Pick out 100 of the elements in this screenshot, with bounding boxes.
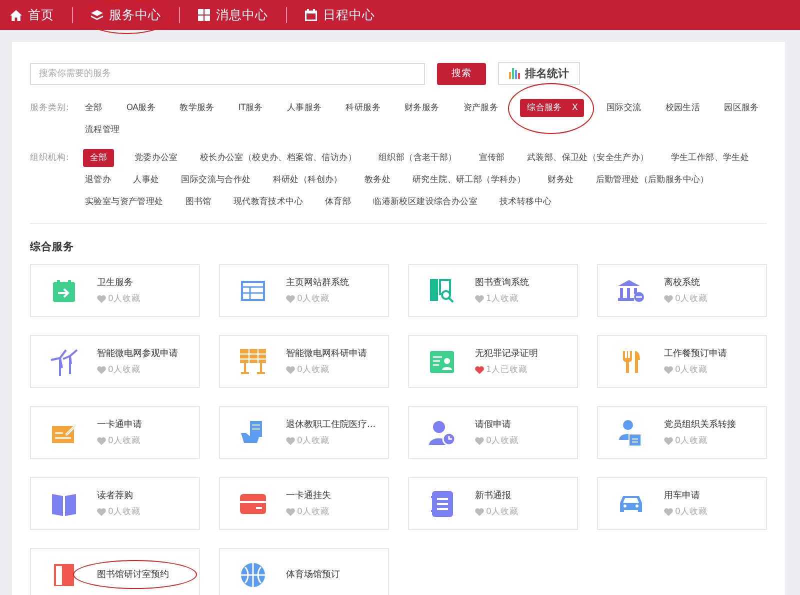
service-card[interactable]: 新书通报 0人收藏 (408, 477, 578, 530)
category-filter[interactable]: 园区服务 (722, 99, 761, 117)
service-card[interactable]: 退休教职工住院医疗... 0人收藏 (219, 406, 389, 459)
category-filter[interactable]: 科研服务 (344, 99, 382, 117)
id-card-icon (430, 350, 454, 372)
organization-filter[interactable]: 国际交流与合作处 (179, 171, 253, 189)
organization-filter[interactable]: 后勤管理处（后勤服务中心） (594, 171, 711, 189)
organization-filter[interactable]: 退管办 (83, 171, 114, 189)
service-card[interactable]: 读者荐购 0人收藏 (30, 477, 200, 530)
search-button[interactable]: 搜索 (437, 62, 486, 84)
category-filter[interactable]: 全部 (83, 99, 104, 117)
search-field[interactable]: 搜索你需要的服务 (30, 62, 425, 84)
organization-filter[interactable]: 图书馆 (183, 193, 214, 211)
service-name: 卫生服务 (97, 276, 134, 289)
category-filter[interactable]: 财务服务 (402, 99, 442, 117)
service-card[interactable]: 党员组织关系转接 0人收藏 (597, 406, 767, 459)
service-name: 图书馆研讨室预约 (97, 568, 169, 581)
organization-filter[interactable]: 研究生院、研工部（学科办） (410, 171, 528, 189)
service-card[interactable]: 一卡通挂失 0人收藏 (219, 477, 389, 530)
service-name: 一卡通挂失 (286, 490, 331, 502)
category-filter[interactable]: 校园生活 (663, 99, 702, 117)
category-filter[interactable]: 资产服务 (461, 99, 500, 117)
organization-filter[interactable]: 全部 (83, 149, 114, 167)
ball-icon (241, 562, 265, 586)
organization-filter[interactable]: 技术转移中心 (498, 193, 554, 211)
ranking-button[interactable]: 排名统计 (498, 62, 580, 85)
wind-turbine-icon (50, 348, 78, 376)
service-card[interactable]: 卫生服务 0人收藏 (30, 264, 200, 317)
service-card[interactable]: 工作餐预订申请 0人收藏 (597, 335, 767, 388)
organization-filter[interactable]: 人事处 (131, 171, 162, 189)
service-card[interactable]: 智能微电网科研申请 0人收藏 (219, 335, 389, 388)
organization-filter[interactable]: 武装部、保卫处（安全生产办） (524, 149, 651, 167)
service-name: 无犯罪记录证明 (475, 348, 538, 360)
category-filter[interactable]: IT服务 (236, 99, 265, 117)
category-filter[interactable]: 人事服务 (284, 99, 324, 117)
favorites-count: 0人收藏 (675, 364, 708, 376)
organization-filter[interactable]: 现代教育技术中心 (231, 193, 306, 211)
notebook-icon (431, 490, 453, 516)
favorites-count: 0人收藏 (108, 506, 140, 518)
nav-tab[interactable]: 服务中心 (91, 6, 161, 24)
category-filter[interactable]: 教学服务 (178, 99, 216, 117)
service-card[interactable]: 智能微电网参观申请 0人收藏 (30, 335, 200, 388)
service-card[interactable]: 体育场馆预订 (219, 548, 389, 595)
favorites-count: 0人收藏 (108, 293, 140, 305)
bar-chart-icon (509, 68, 521, 79)
user-document-icon (619, 420, 643, 446)
browser-window-icon (241, 280, 265, 300)
service-card[interactable]: 离校系统 0人收藏 (597, 264, 767, 317)
service-card[interactable]: 请假申请 0人收藏 (408, 406, 578, 459)
favorites-count: 1人已收藏 (486, 364, 528, 376)
organization-filter[interactable]: 财务处 (546, 171, 576, 189)
service-name: 智能微电网科研申请 (286, 348, 367, 360)
service-name: 智能微电网参观申请 (97, 348, 178, 360)
favorites-count: 0人收藏 (297, 364, 330, 376)
service-name: 党员组织关系转接 (664, 418, 736, 431)
service-card[interactable]: 用车申请 0人收藏 (597, 477, 767, 530)
organization-filter[interactable]: 教务处 (362, 171, 393, 189)
bank-building-icon (618, 280, 644, 302)
service-name: 体育场馆预订 (286, 568, 340, 581)
service-card[interactable]: 图书馆研讨室预约 (30, 548, 200, 595)
service-card[interactable]: 图书查询系统 1人收藏 (408, 264, 578, 317)
organization-filter[interactable]: 体育部 (323, 193, 354, 211)
service-name: 离校系统 (664, 276, 701, 289)
grid-icon (198, 9, 210, 21)
category-filter[interactable]: OA服务 (124, 99, 158, 117)
nav-tab[interactable]: 日程中心 (305, 6, 375, 24)
home-icon (10, 10, 22, 20)
favorites-count: 0人收藏 (297, 435, 330, 447)
nav-tab[interactable]: 首页 (10, 6, 54, 24)
organization-filter[interactable]: 学生工作部、学生处 (668, 149, 752, 167)
organization-filter[interactable]: 临港新校区建设综合办公室 (371, 193, 480, 211)
category-filter[interactable]: 综合服务 X (520, 99, 584, 117)
favorites-count: 0人收藏 (486, 506, 518, 518)
service-card[interactable]: 无犯罪记录证明 1人已收藏 (408, 335, 578, 388)
service-name: 用车申请 (664, 490, 701, 502)
category-filter[interactable]: 国际交流 (604, 99, 644, 117)
service-card[interactable]: 一卡通申请 0人收藏 (30, 406, 200, 459)
service-name: 读者荐购 (97, 490, 134, 502)
bank-card-icon (240, 494, 266, 514)
organization-filter[interactable]: 组织部（含老干部） (376, 149, 459, 167)
favorites-count: 1人收藏 (486, 293, 518, 305)
favorites-count: 0人收藏 (108, 364, 140, 376)
organization-filter[interactable]: 科研处（科创办） (270, 171, 344, 189)
service-card[interactable]: 主页网站群系统 0人收藏 (219, 264, 389, 317)
hand-box-icon (241, 420, 265, 444)
favorites-count: 0人收藏 (108, 435, 140, 447)
organization-filter[interactable]: 校长办公室（校史办、档案馆、信访办） (198, 149, 359, 167)
organization-filter[interactable]: 党委办公室 (132, 149, 180, 167)
nav-tab[interactable]: 消息中心 (198, 6, 268, 24)
category-filter[interactable]: 流程管理 (83, 121, 122, 139)
filter-label: 服务类别: (30, 102, 70, 115)
organization-filter[interactable]: 宣传部 (476, 149, 507, 167)
user-clock-icon (429, 420, 455, 444)
organization-filter[interactable]: 实验室与资产管理处 (83, 193, 166, 211)
book-search-icon (430, 278, 454, 302)
favorites-count: 0人收藏 (297, 293, 330, 305)
service-name: 新书通报 (475, 490, 512, 502)
filter-label: 组织机构: (30, 152, 70, 165)
favorites-count: 0人收藏 (675, 435, 708, 447)
favorites-count: 0人收藏 (486, 435, 518, 447)
